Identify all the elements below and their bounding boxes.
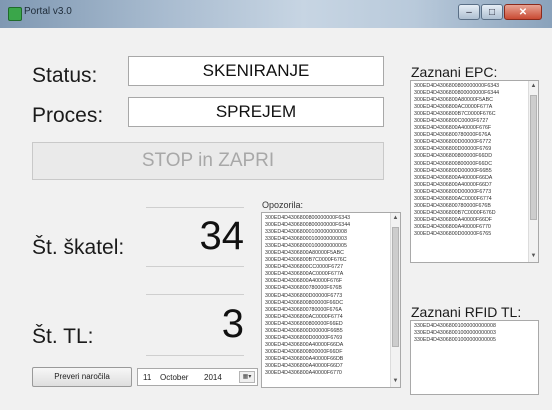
warning-item[interactable]: 300ED4D4306800AC0000F677A bbox=[265, 271, 388, 278]
date-picker[interactable]: 11 October 2014 ▦▾ bbox=[137, 368, 258, 386]
warning-item[interactable]: 300ED4D4306800A40000F6770 bbox=[265, 370, 388, 377]
warning-item[interactable]: 330ED4D43068000100000000005 bbox=[265, 243, 388, 250]
epc-item[interactable]: 300ED4D4306800AC0000F6774 bbox=[414, 196, 526, 203]
detected-epc-list[interactable]: 300ED4D4306800800000000F6343 300ED4D43068… bbox=[410, 80, 539, 263]
epc-item[interactable]: 300ED4D4306800780000F676B bbox=[414, 203, 526, 210]
status-value: SKENIRANJE bbox=[128, 56, 384, 86]
divider bbox=[146, 266, 244, 267]
warnings-list[interactable]: 300ED4D4306800800000000F6343 300ED4D43068… bbox=[261, 212, 401, 388]
check-orders-button[interactable]: Preveri naročila bbox=[32, 367, 132, 387]
epc-item[interactable]: 300ED4D4306800A80000F5ABC bbox=[414, 97, 526, 104]
divider bbox=[146, 294, 244, 295]
epc-item[interactable]: 300ED4D4306800D00000F6765 bbox=[414, 231, 526, 238]
epc-item[interactable]: 300ED4D4306800D00000F66B5 bbox=[414, 168, 526, 175]
detected-rfid-items: 330ED4D43068001000000000008 330ED4D430680… bbox=[414, 323, 526, 344]
date-day: 11 bbox=[143, 373, 152, 382]
epc-item[interactable]: 300ED4D4306800780000F676A bbox=[414, 132, 526, 139]
window-title: Portal v3.0 bbox=[24, 6, 72, 17]
status-label: Status: bbox=[32, 64, 98, 87]
warning-item[interactable]: 300ED4D4306800A80000F5ABC bbox=[265, 250, 388, 257]
proces-value: SPREJEM bbox=[128, 97, 384, 127]
warning-item[interactable]: 300ED4D4306800D00000F6773 bbox=[265, 293, 388, 300]
warnings-items: 300ED4D4306800800000000F6343 300ED4D43068… bbox=[265, 215, 388, 377]
scroll-down-arrow-icon[interactable]: ▼ bbox=[529, 252, 538, 261]
maximize-button[interactable]: □ bbox=[481, 4, 503, 20]
app-icon bbox=[8, 7, 22, 21]
warning-item[interactable]: 300ED4D4306800A40000F66DB bbox=[265, 356, 388, 363]
stop-and-close-button[interactable]: STOP in ZAPRI bbox=[32, 142, 384, 180]
warnings-scrollbar[interactable]: ▲ ▼ bbox=[390, 213, 400, 387]
epc-item[interactable]: 300ED4D4306800A40000F66D7 bbox=[414, 182, 526, 189]
scroll-down-arrow-icon[interactable]: ▼ bbox=[391, 377, 400, 386]
epc-item[interactable]: 300ED4D4306800B7C0000F676D bbox=[414, 210, 526, 217]
date-year: 2014 bbox=[204, 373, 222, 382]
warning-item[interactable]: 300ED4D4306800800000000F6344 bbox=[265, 222, 388, 229]
window-controls: – □ ✕ bbox=[457, 4, 542, 20]
epc-item[interactable]: 300ED4D4306800800000000F6343 bbox=[414, 83, 526, 90]
scroll-up-arrow-icon[interactable]: ▲ bbox=[391, 214, 400, 223]
scroll-up-arrow-icon[interactable]: ▲ bbox=[529, 82, 538, 91]
warning-item[interactable]: 300ED4D4306800800000F66DF bbox=[265, 349, 388, 356]
warning-item[interactable]: 300ED4D4306800D00000F6769 bbox=[265, 335, 388, 342]
warning-item[interactable]: 300ED4D4306800780000F676B bbox=[265, 285, 388, 292]
box-count-value: 34 bbox=[199, 214, 245, 258]
warning-item[interactable]: 330ED4D43068000100000000003 bbox=[265, 236, 388, 243]
minimize-button[interactable]: – bbox=[458, 4, 480, 20]
detected-rfid-list[interactable]: 330ED4D43068001000000000008 330ED4D430680… bbox=[410, 320, 539, 395]
warning-item[interactable]: 330ED4D43068000100000000008 bbox=[265, 229, 388, 236]
scroll-thumb[interactable] bbox=[530, 95, 537, 220]
warning-item[interactable]: 300ED4D4306800CC0000F6727 bbox=[265, 264, 388, 271]
epc-item[interactable]: 300ED4D4306800A40000F6770 bbox=[414, 224, 526, 231]
calendar-dropdown-icon[interactable]: ▦▾ bbox=[239, 371, 255, 383]
epc-item[interactable]: 300ED4D4306800800000F66DD bbox=[414, 153, 526, 160]
warning-item[interactable]: 300ED4D4306800A40000F66DA bbox=[265, 342, 388, 349]
divider bbox=[146, 355, 244, 356]
detected-epc-items: 300ED4D4306800800000000F6343 300ED4D43068… bbox=[414, 83, 526, 238]
divider bbox=[146, 207, 244, 208]
epc-item[interactable]: 300ED4D4306800B7C0000F676C bbox=[414, 111, 526, 118]
box-count-label: Št. škatel: bbox=[32, 236, 125, 259]
warning-item[interactable]: 300ED4D4306800780000F676A bbox=[265, 307, 388, 314]
tl-count-label: Št. TL: bbox=[32, 325, 94, 348]
rfid-item[interactable]: 330ED4D43068001000000000003 bbox=[414, 330, 526, 337]
epc-item[interactable]: 300ED4D4306800D00000F6772 bbox=[414, 139, 526, 146]
proces-label: Proces: bbox=[32, 104, 104, 127]
epc-item[interactable]: 300ED4D4306800D00000F6769 bbox=[414, 146, 526, 153]
warning-item[interactable]: 300ED4D4306800D00000F66B5 bbox=[265, 328, 388, 335]
warning-item[interactable]: 300ED4D4306800A40000F676F bbox=[265, 278, 388, 285]
warnings-label: Opozorila: bbox=[262, 200, 304, 210]
scroll-thumb[interactable] bbox=[392, 227, 399, 347]
epc-item[interactable]: 300ED4D4306800800000000F6344 bbox=[414, 90, 526, 97]
date-month: October bbox=[160, 373, 189, 382]
warning-item[interactable]: 300ED4D4306800B7C0000F676C bbox=[265, 257, 388, 264]
epc-item[interactable]: 300ED4D4306800D00000F6773 bbox=[414, 189, 526, 196]
tl-count-value: 3 bbox=[221, 302, 244, 346]
epc-item[interactable]: 300ED4D4306800A40000F66DF bbox=[414, 217, 526, 224]
warning-item[interactable]: 300ED4D4306800A40000F66D7 bbox=[265, 363, 388, 370]
epc-item[interactable]: 300ED4D4306800AC0000F677A bbox=[414, 104, 526, 111]
warning-item[interactable]: 300ED4D4306800800000000F6343 bbox=[265, 215, 388, 222]
rfid-item[interactable]: 330ED4D43068001000000000005 bbox=[414, 337, 526, 344]
epc-item[interactable]: 300ED4D4306800C0000F6727 bbox=[414, 118, 526, 125]
close-button[interactable]: ✕ bbox=[504, 4, 542, 20]
detected-epc-label: Zaznani EPC: bbox=[411, 64, 498, 80]
title-bar[interactable]: Portal v3.0 – □ ✕ bbox=[0, 0, 552, 28]
epc-scrollbar[interactable]: ▲ ▼ bbox=[528, 81, 538, 262]
rfid-item[interactable]: 330ED4D43068001000000000008 bbox=[414, 323, 526, 330]
warning-item[interactable]: 300ED4D4306800AC0000F6774 bbox=[265, 314, 388, 321]
epc-item[interactable]: 300ED4D4306800A40000F66DA bbox=[414, 175, 526, 182]
warning-item[interactable]: 300ED4D4306800800000F66DC bbox=[265, 300, 388, 307]
warning-item[interactable]: 300ED4D4306800800000F66ED bbox=[265, 321, 388, 328]
epc-item[interactable]: 300ED4D4306800A40000F676F bbox=[414, 125, 526, 132]
detected-rfid-label: Zaznani RFID TL: bbox=[411, 304, 522, 320]
epc-item[interactable]: 300ED4D4306800800000F66DC bbox=[414, 161, 526, 168]
